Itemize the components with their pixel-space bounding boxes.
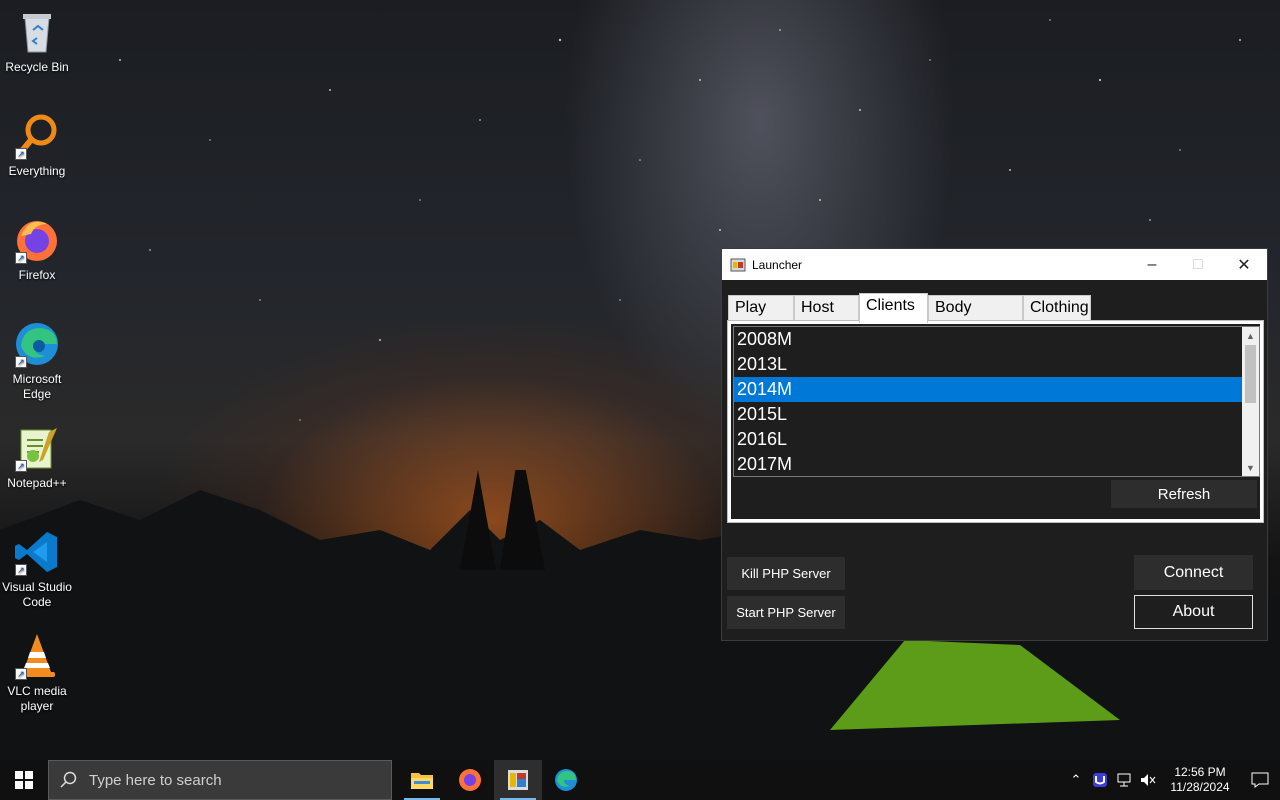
- notification-center-icon[interactable]: [1240, 772, 1280, 788]
- launcher-app-icon: [730, 257, 746, 273]
- start-button[interactable]: [0, 760, 48, 800]
- scroll-down-arrow-icon[interactable]: ▼: [1242, 459, 1259, 476]
- tab-play[interactable]: Play: [728, 295, 794, 321]
- search-placeholder: Type here to search: [89, 771, 222, 789]
- taskbar-file-explorer[interactable]: [398, 760, 446, 800]
- taskbar-clock[interactable]: 12:56 PM 11/28/2024: [1160, 765, 1240, 795]
- tray-app-icon[interactable]: [1088, 772, 1112, 788]
- system-tray: ⌃ 12:56 PM 11/28/2024: [1064, 760, 1280, 800]
- firefox-icon: [459, 769, 481, 791]
- vscode-icon: ↗: [13, 528, 61, 576]
- desktop-icon-vscode[interactable]: ↗ Visual Studio Code: [0, 528, 74, 610]
- refresh-button[interactable]: Refresh: [1111, 480, 1257, 508]
- search-icon: [49, 771, 89, 789]
- about-button[interactable]: About: [1134, 595, 1253, 629]
- taskbar-firefox[interactable]: [446, 760, 494, 800]
- desktop-icon-firefox[interactable]: ↗ Firefox: [0, 216, 74, 283]
- desktop-icon-label: Visual Studio Code: [2, 580, 72, 609]
- desktop-icon-label: Microsoft Edge: [12, 372, 62, 401]
- start-php-server-button[interactable]: Start PHP Server: [727, 596, 845, 629]
- minimize-button[interactable]: –: [1129, 249, 1175, 280]
- desktop-icon-vlc[interactable]: ↗ VLC media player: [0, 632, 74, 714]
- shortcut-arrow-icon: ↗: [15, 148, 27, 160]
- scroll-up-arrow-icon[interactable]: ▲: [1242, 327, 1259, 344]
- desktop-icon-label: Notepad++: [7, 476, 67, 490]
- clock-date: 11/28/2024: [1170, 780, 1230, 794]
- recycle-bin-icon: [13, 8, 61, 56]
- taskbar-edge[interactable]: [542, 760, 590, 800]
- client-item-2017m[interactable]: 2017M: [734, 452, 1249, 476]
- tab-strip: Play Host Clients Body Colors Clothing: [728, 293, 1091, 340]
- file-explorer-icon: [411, 773, 433, 789]
- client-item-2015l[interactable]: 2015L: [734, 402, 1249, 427]
- title-bar[interactable]: Launcher – □ ✕: [722, 249, 1267, 280]
- firefox-icon: ↗: [13, 216, 61, 264]
- taskbar: Type here to search ⌃ 12:56 PM 11/28/202…: [0, 760, 1280, 800]
- shortcut-arrow-icon: ↗: [15, 668, 27, 680]
- desktop-icon-notepadpp[interactable]: ↗ Notepad++: [0, 424, 74, 491]
- vlc-icon: ↗: [13, 632, 61, 680]
- network-icon[interactable]: [1112, 772, 1136, 788]
- tab-clothing[interactable]: Clothing: [1023, 295, 1091, 321]
- volume-muted-icon[interactable]: [1136, 772, 1160, 788]
- connect-button[interactable]: Connect: [1134, 555, 1253, 590]
- client-item-2008m[interactable]: 2008M: [734, 327, 1249, 352]
- shortcut-arrow-icon: ↗: [15, 356, 27, 368]
- desktop-icon-recycle-bin[interactable]: Recycle Bin: [0, 8, 74, 75]
- client-item-2014m[interactable]: 2014M: [734, 377, 1249, 402]
- shortcut-arrow-icon: ↗: [15, 564, 27, 576]
- taskbar-search-box[interactable]: Type here to search: [48, 760, 392, 800]
- edge-icon: [555, 769, 577, 791]
- window-title: Launcher: [752, 257, 803, 272]
- show-hidden-icons-chevron-icon[interactable]: ⌃: [1064, 772, 1088, 788]
- tab-body-colors[interactable]: Body Colors: [928, 295, 1023, 340]
- edge-icon: ↗: [13, 320, 61, 368]
- desktop-icon-label: Recycle Bin: [5, 60, 69, 74]
- desktop-icon-everything[interactable]: ↗ Everything: [0, 112, 74, 179]
- launcher-window: Launcher – □ ✕ Play Host Clients Body Co…: [721, 248, 1268, 641]
- desktop-icon-label: Firefox: [18, 268, 56, 282]
- clients-listbox[interactable]: 2008M 2013L 2014M 2015L 2016L 2017M ▲ ▼: [733, 326, 1260, 477]
- tab-clients[interactable]: Clients: [859, 293, 928, 323]
- clients-panel-body: 2008M 2013L 2014M 2015L 2016L 2017M ▲ ▼ …: [731, 324, 1260, 519]
- desktop-icon-edge[interactable]: ↗ Microsoft Edge: [0, 320, 74, 402]
- windows-logo-icon: [15, 771, 33, 789]
- kill-php-server-button[interactable]: Kill PHP Server: [727, 557, 845, 590]
- shortcut-arrow-icon: ↗: [15, 252, 27, 264]
- client-item-2013l[interactable]: 2013L: [734, 352, 1249, 377]
- listbox-scrollbar[interactable]: ▲ ▼: [1242, 327, 1259, 476]
- everything-search-icon: ↗: [13, 112, 61, 160]
- desktop-icon-label: VLC media player: [7, 684, 67, 713]
- clock-time: 12:56 PM: [1174, 765, 1226, 779]
- client-item-2016l[interactable]: 2016L: [734, 427, 1249, 452]
- maximize-button[interactable]: □: [1175, 249, 1221, 280]
- shortcut-arrow-icon: ↗: [15, 460, 27, 472]
- taskbar-launcher[interactable]: [494, 760, 542, 800]
- tab-host[interactable]: Host: [794, 295, 859, 321]
- notepadpp-icon: ↗: [13, 424, 61, 472]
- clients-tab-panel: 2008M 2013L 2014M 2015L 2016L 2017M ▲ ▼ …: [727, 320, 1264, 523]
- close-button[interactable]: ✕: [1221, 249, 1267, 280]
- desktop-icon-label: Everything: [8, 164, 66, 178]
- launcher-icon: [508, 770, 528, 790]
- scrollbar-thumb[interactable]: [1245, 345, 1256, 403]
